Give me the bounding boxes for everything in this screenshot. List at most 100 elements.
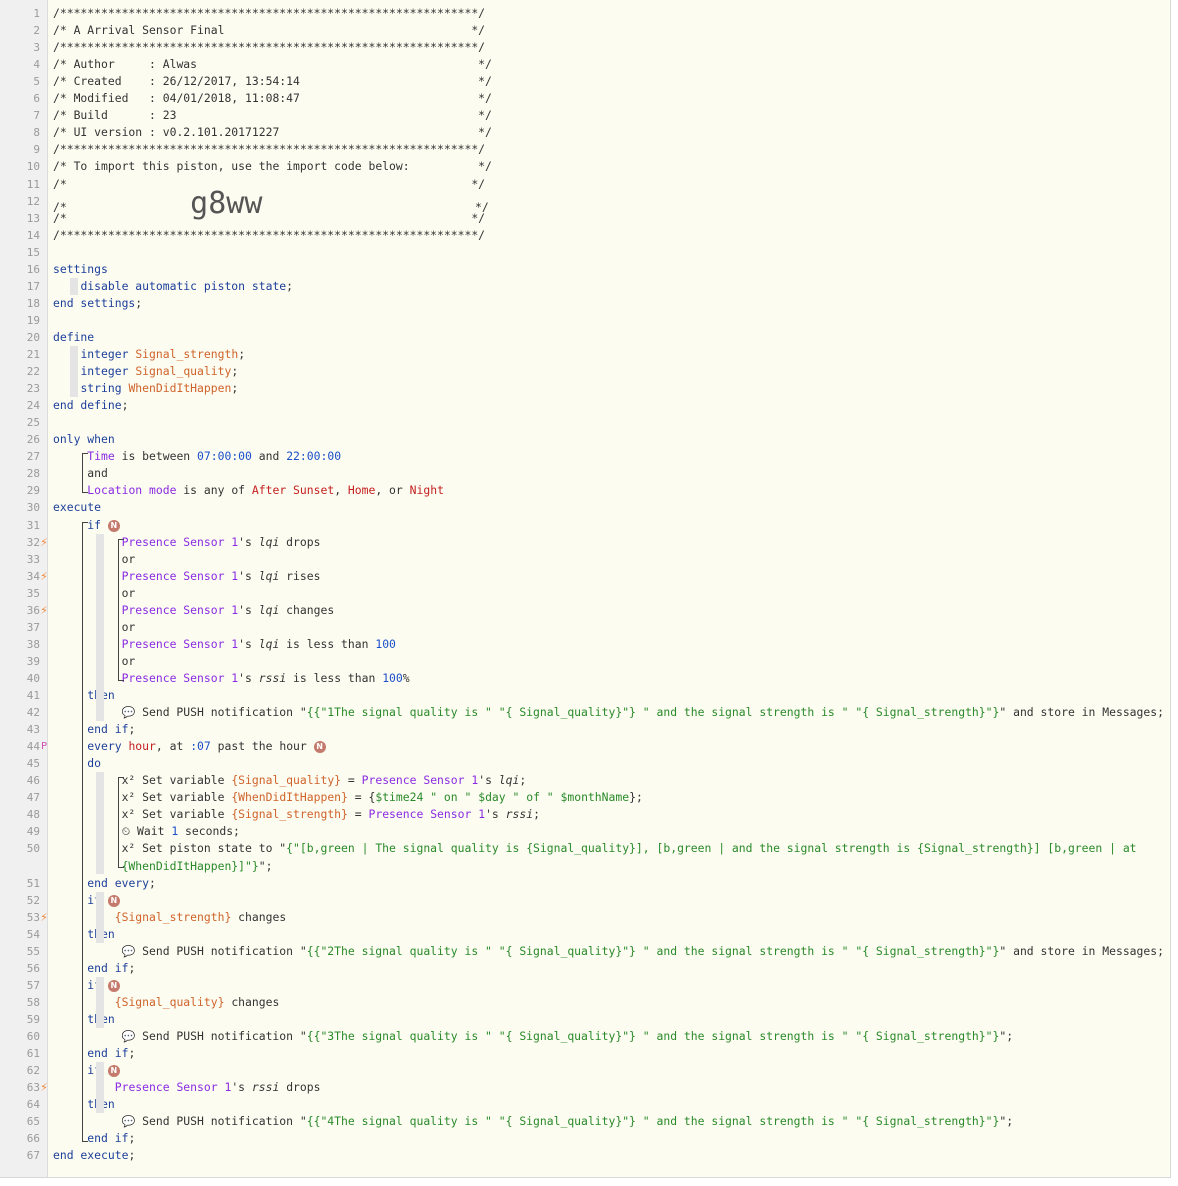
code-line[interactable]: ⏲ Wait 1 seconds; bbox=[53, 823, 1160, 840]
trigger-bolt-icon[interactable]: ⚡ bbox=[39, 568, 49, 585]
code-line[interactable]: end define; bbox=[53, 397, 1160, 414]
code-line[interactable]: Presence Sensor 1's lqi drops bbox=[53, 534, 1160, 551]
code-line[interactable]: if N bbox=[53, 1062, 1160, 1079]
code-token: Send PUSH notification " bbox=[135, 944, 307, 958]
pause-marker-icon[interactable]: P bbox=[39, 738, 49, 755]
code-line[interactable]: end if; bbox=[53, 1130, 1160, 1147]
code-line[interactable]: {Signal_strength} changes bbox=[53, 909, 1160, 926]
code-line[interactable]: x² Set variable {Signal_strength} = Pres… bbox=[53, 806, 1160, 823]
code-line[interactable] bbox=[53, 244, 1160, 261]
code-line[interactable]: and bbox=[53, 465, 1160, 482]
line-number: 1 bbox=[33, 7, 40, 20]
code-line[interactable]: if N bbox=[53, 517, 1160, 534]
code-line[interactable]: Presence Sensor 1's lqi is less than 100 bbox=[53, 636, 1160, 653]
code-line[interactable]: Time is between 07:00:00 and 22:00:00 bbox=[53, 448, 1160, 465]
code-line[interactable] bbox=[53, 414, 1160, 431]
code-line[interactable]: integer Signal_quality; bbox=[53, 363, 1160, 380]
not-condition-icon[interactable]: N bbox=[107, 520, 120, 532]
code-token: seconds; bbox=[178, 824, 240, 838]
code-token: Home bbox=[347, 483, 376, 497]
code-line[interactable]: /***************************************… bbox=[53, 5, 1160, 22]
code-line[interactable]: do bbox=[53, 755, 1160, 772]
code-line[interactable]: then bbox=[53, 926, 1160, 943]
code-token: is less than bbox=[286, 671, 383, 685]
code-line[interactable]: end if; bbox=[53, 1045, 1160, 1062]
trigger-bolt-icon[interactable]: ⚡ bbox=[39, 909, 49, 926]
code-line[interactable]: /* A Arrival Sensor Final */ bbox=[53, 22, 1160, 39]
code-line[interactable]: x² Set variable {Signal_quality} = Prese… bbox=[53, 772, 1160, 789]
code-line[interactable]: define bbox=[53, 329, 1160, 346]
code-line[interactable]: /* */ bbox=[53, 210, 1160, 227]
code-line[interactable]: settings bbox=[53, 261, 1160, 278]
code-line[interactable]: Presence Sensor 1's lqi changes bbox=[53, 602, 1160, 619]
code-line[interactable]: /***************************************… bbox=[53, 227, 1160, 244]
code-line[interactable]: Presence Sensor 1's rssi drops bbox=[53, 1079, 1160, 1096]
code-line[interactable]: {Signal_quality} changes bbox=[53, 994, 1160, 1011]
code-token: end if bbox=[87, 1046, 129, 1060]
code-line[interactable]: 💬 Send PUSH notification "{{"2The signal… bbox=[53, 943, 1164, 960]
line-number: 47 bbox=[26, 791, 40, 804]
code-line[interactable]: {WhenDidItHappen}]"}"; bbox=[53, 858, 1160, 875]
code-line[interactable]: 💬 Send PUSH notification "{{"4The signal… bbox=[53, 1113, 1160, 1130]
trigger-bolt-icon[interactable]: ⚡ bbox=[39, 1079, 49, 1096]
code-token: {Signal_strength} bbox=[114, 910, 232, 924]
not-condition-icon[interactable]: N bbox=[313, 741, 326, 753]
code-line[interactable]: Presence Sensor 1's rssi is less than 10… bbox=[53, 670, 1160, 687]
line-number: 31 bbox=[26, 519, 40, 532]
code-line[interactable]: /* UI version : v0.2.101.20171227 */ bbox=[53, 124, 1160, 141]
code-line[interactable]: /* To import this piston, use the import… bbox=[53, 158, 1160, 175]
code-line[interactable]: only when bbox=[53, 431, 1160, 448]
code-line[interactable]: then bbox=[53, 687, 1160, 704]
trigger-bolt-icon[interactable]: ⚡ bbox=[39, 534, 49, 551]
line-number: 10 bbox=[26, 160, 40, 173]
code-line[interactable]: disable automatic piston state; bbox=[53, 278, 1160, 295]
code-line[interactable]: if N bbox=[53, 977, 1160, 994]
code-line[interactable]: /* Created : 26/12/2017, 13:54:14 */ bbox=[53, 73, 1160, 90]
code-line[interactable]: end if; bbox=[53, 721, 1160, 738]
code-line[interactable]: or bbox=[53, 551, 1160, 568]
code-line[interactable]: /* Author : Alwas */ bbox=[53, 56, 1160, 73]
code-line[interactable]: /***************************************… bbox=[53, 39, 1160, 56]
code-line[interactable]: then bbox=[53, 1096, 1160, 1113]
line-number bbox=[0, 858, 40, 875]
code-line[interactable]: x² Set piston state to "{"[b,green | The… bbox=[53, 840, 1160, 857]
code-line[interactable]: or bbox=[53, 585, 1160, 602]
code-line[interactable]: /***************************************… bbox=[53, 141, 1160, 158]
code-line[interactable]: execute bbox=[53, 499, 1160, 516]
not-condition-icon[interactable]: N bbox=[107, 895, 120, 907]
code-line[interactable]: /* Modified : 04/01/2018, 11:08:47 */ bbox=[53, 90, 1160, 107]
code-token: 07:00:00 bbox=[197, 449, 252, 463]
code-line[interactable]: /* Build : 23 */ bbox=[53, 107, 1160, 124]
code-token: {{"4The signal quality is " "{ Signal_qu… bbox=[306, 1114, 1000, 1128]
trigger-bolt-icon[interactable]: ⚡ bbox=[39, 602, 49, 619]
code-line[interactable]: or bbox=[53, 619, 1160, 636]
code-line[interactable]: or bbox=[53, 653, 1160, 670]
code-line[interactable]: end every; bbox=[53, 875, 1160, 892]
line-number: 16 bbox=[26, 263, 40, 276]
code-line[interactable]: 💬 Send PUSH notification "{{"3The signal… bbox=[53, 1028, 1160, 1045]
code-token: = bbox=[347, 807, 369, 821]
code-line[interactable]: end settings; bbox=[53, 295, 1160, 312]
code-line[interactable]: integer Signal_strength; bbox=[53, 346, 1160, 363]
code-token: {Signal_quality} bbox=[231, 773, 342, 787]
code-token: /* Build : 23 */ bbox=[53, 108, 492, 122]
line-number: 24 bbox=[26, 399, 40, 412]
not-condition-icon[interactable]: N bbox=[107, 1065, 120, 1077]
code-token: end settings bbox=[53, 296, 136, 310]
code-line[interactable]: end execute; bbox=[53, 1147, 1160, 1164]
code-token: ; bbox=[128, 1148, 136, 1162]
code-line[interactable]: Presence Sensor 1's lqi rises bbox=[53, 568, 1160, 585]
code-line[interactable]: /* g8ww */ bbox=[53, 189, 1160, 219]
line-number: 36 bbox=[26, 604, 40, 617]
code-line[interactable]: then bbox=[53, 1011, 1160, 1028]
code-line[interactable]: Location mode is any of After Sunset, Ho… bbox=[53, 482, 1160, 499]
code-line[interactable]: 💬 Send PUSH notification "{{"1The signal… bbox=[53, 704, 1164, 721]
code-line[interactable]: string WhenDidItHappen; bbox=[53, 380, 1160, 397]
code-line[interactable] bbox=[53, 312, 1160, 329]
line-number: 38 bbox=[26, 638, 40, 651]
code-line[interactable]: end if; bbox=[53, 960, 1160, 977]
code-line[interactable]: every hour, at :07 past the hour N bbox=[53, 738, 1160, 755]
not-condition-icon[interactable]: N bbox=[107, 980, 120, 992]
code-line[interactable]: x² Set variable {WhenDidItHappen} = {$ti… bbox=[53, 789, 1160, 806]
code-line[interactable]: if N bbox=[53, 892, 1160, 909]
